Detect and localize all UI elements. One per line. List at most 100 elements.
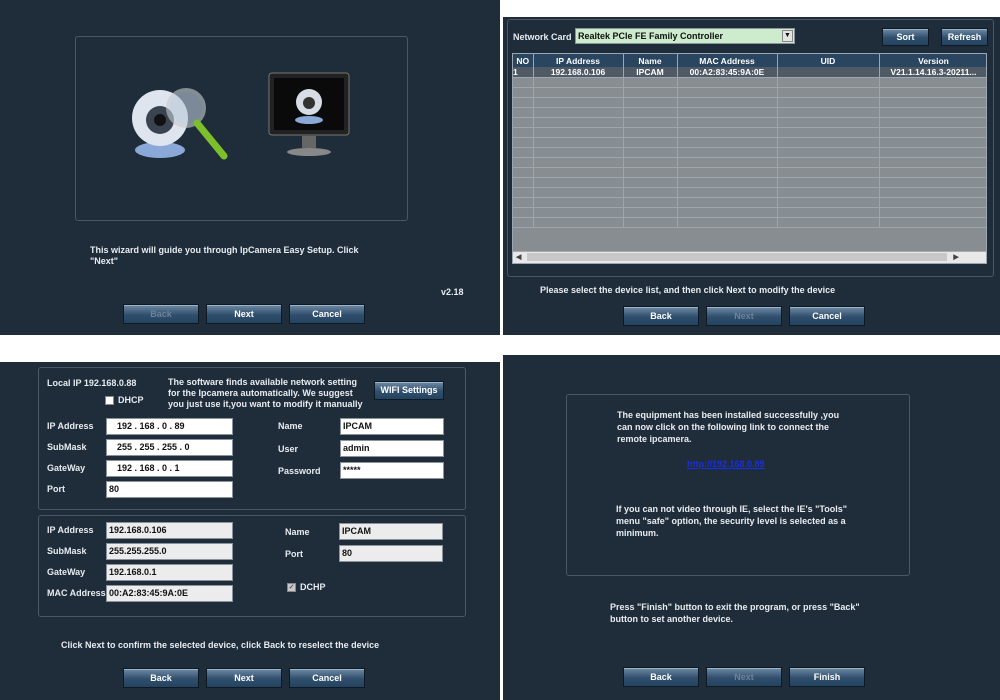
refresh-button[interactable]: Refresh: [941, 28, 988, 46]
empty-cell: [777, 87, 880, 98]
empty-cell: [513, 177, 534, 188]
dchp-checkbox: ✓: [287, 583, 296, 592]
empty-cell: [623, 167, 678, 178]
search-hint: Please select the device list, and then …: [540, 285, 836, 295]
col-no[interactable]: NO: [513, 54, 534, 67]
empty-cell: [879, 157, 986, 168]
success-message: The equipment has been installed success…: [617, 410, 840, 444]
next-button[interactable]: Next: [206, 304, 282, 324]
empty-cell: [879, 77, 986, 88]
table-row[interactable]: 1 192.168.0.106 IPCAM 00:A2:83:45:9A:0E …: [513, 67, 986, 78]
cancel-button[interactable]: Cancel: [289, 304, 365, 324]
empty-cell: [677, 157, 778, 168]
empty-cell: [777, 207, 880, 218]
empty-cell: [777, 167, 880, 178]
next-button[interactable]: Next: [206, 668, 282, 688]
empty-cell: [879, 197, 986, 208]
empty-row: [513, 87, 986, 98]
cur-mac-label: MAC Address: [47, 588, 106, 598]
empty-cell: [777, 157, 880, 168]
empty-cell: [533, 137, 624, 148]
back-button[interactable]: Back: [623, 667, 699, 687]
empty-cell: [879, 177, 986, 188]
empty-cell: [623, 147, 678, 158]
empty-row: [513, 177, 986, 188]
empty-cell: [777, 197, 880, 208]
empty-row: [513, 77, 986, 88]
empty-row: [513, 187, 986, 198]
next-button[interactable]: Next: [706, 306, 782, 326]
empty-cell: [623, 207, 678, 218]
name-input[interactable]: IPCAM: [340, 418, 444, 435]
back-button[interactable]: Back: [123, 304, 199, 324]
ie-settings-message: If you can not video through IE, select …: [616, 504, 848, 538]
empty-cell: [777, 187, 880, 198]
empty-row: [513, 157, 986, 168]
empty-cell: [879, 97, 986, 108]
cur-gateway-value: 192.168.0.1: [106, 564, 233, 581]
empty-row: [513, 147, 986, 158]
col-name[interactable]: Name: [623, 54, 678, 67]
empty-cell: [879, 207, 986, 218]
empty-cell: [879, 137, 986, 148]
empty-cell: [513, 77, 534, 88]
gateway-label: GateWay: [47, 463, 86, 473]
finish-button[interactable]: Finish: [789, 667, 865, 687]
empty-cell: [777, 97, 880, 108]
empty-cell: [623, 127, 678, 138]
mask-input[interactable]: 255 . 255 . 255 . 0: [106, 439, 233, 456]
cur-port-label: Port: [285, 549, 303, 559]
camera-link[interactable]: http://192.168.0.89: [687, 459, 765, 469]
col-ip[interactable]: IP Address: [533, 54, 624, 67]
col-uid[interactable]: UID: [777, 54, 880, 67]
network-card-select[interactable]: Realtek PCIe FE Family Controller ▼: [575, 28, 795, 44]
empty-cell: [623, 87, 678, 98]
ip-input[interactable]: 192 . 168 . 0 . 89: [106, 418, 233, 435]
empty-row: [513, 217, 986, 228]
col-mac[interactable]: MAC Address: [677, 54, 778, 67]
device-table[interactable]: NO IP Address Name MAC Address UID Versi…: [512, 53, 987, 264]
cell-mac: 00:A2:83:45:9A:0E: [677, 67, 778, 78]
empty-cell: [777, 217, 880, 228]
back-button[interactable]: Back: [623, 306, 699, 326]
empty-cell: [879, 117, 986, 128]
sort-button[interactable]: Sort: [882, 28, 929, 46]
empty-cell: [677, 167, 778, 178]
cur-gateway-label: GateWay: [47, 567, 86, 577]
empty-cell: [513, 217, 534, 228]
empty-cell: [677, 127, 778, 138]
empty-cell: [513, 97, 534, 108]
empty-cell: [513, 167, 534, 178]
user-input[interactable]: admin: [340, 440, 444, 457]
col-version[interactable]: Version: [879, 54, 986, 67]
wifi-settings-button[interactable]: WIFI Settings: [374, 381, 444, 400]
empty-cell: [777, 177, 880, 188]
horizontal-scrollbar[interactable]: ◀ ▶: [513, 251, 986, 263]
password-input[interactable]: *****: [340, 462, 444, 479]
scroll-left-icon[interactable]: ◀: [513, 254, 521, 261]
welcome-text: This wizard will guide you through IpCam…: [90, 245, 359, 266]
empty-cell: [677, 177, 778, 188]
back-button[interactable]: Back: [123, 668, 199, 688]
scroll-right-icon[interactable]: ▶: [953, 254, 958, 261]
next-button[interactable]: Next: [706, 667, 782, 687]
monitor-webcam-icon: [268, 72, 350, 158]
empty-cell: [533, 197, 624, 208]
cell-uid: [777, 67, 880, 78]
empty-cell: [777, 147, 880, 158]
dhcp-checkbox[interactable]: [105, 396, 114, 405]
empty-cell: [513, 107, 534, 118]
cur-port-value: 80: [339, 545, 443, 562]
empty-cell: [677, 87, 778, 98]
cancel-button[interactable]: Cancel: [289, 668, 365, 688]
empty-cell: [623, 197, 678, 208]
cancel-button[interactable]: Cancel: [789, 306, 865, 326]
gateway-input[interactable]: 192 . 168 . 0 . 1: [106, 460, 233, 477]
cell-no: 1: [513, 67, 534, 78]
cell-name: IPCAM: [623, 67, 678, 78]
empty-cell: [513, 147, 534, 158]
port-input[interactable]: 80: [106, 481, 233, 498]
empty-cell: [623, 187, 678, 198]
chevron-down-icon[interactable]: ▼: [782, 30, 793, 42]
empty-cell: [623, 117, 678, 128]
